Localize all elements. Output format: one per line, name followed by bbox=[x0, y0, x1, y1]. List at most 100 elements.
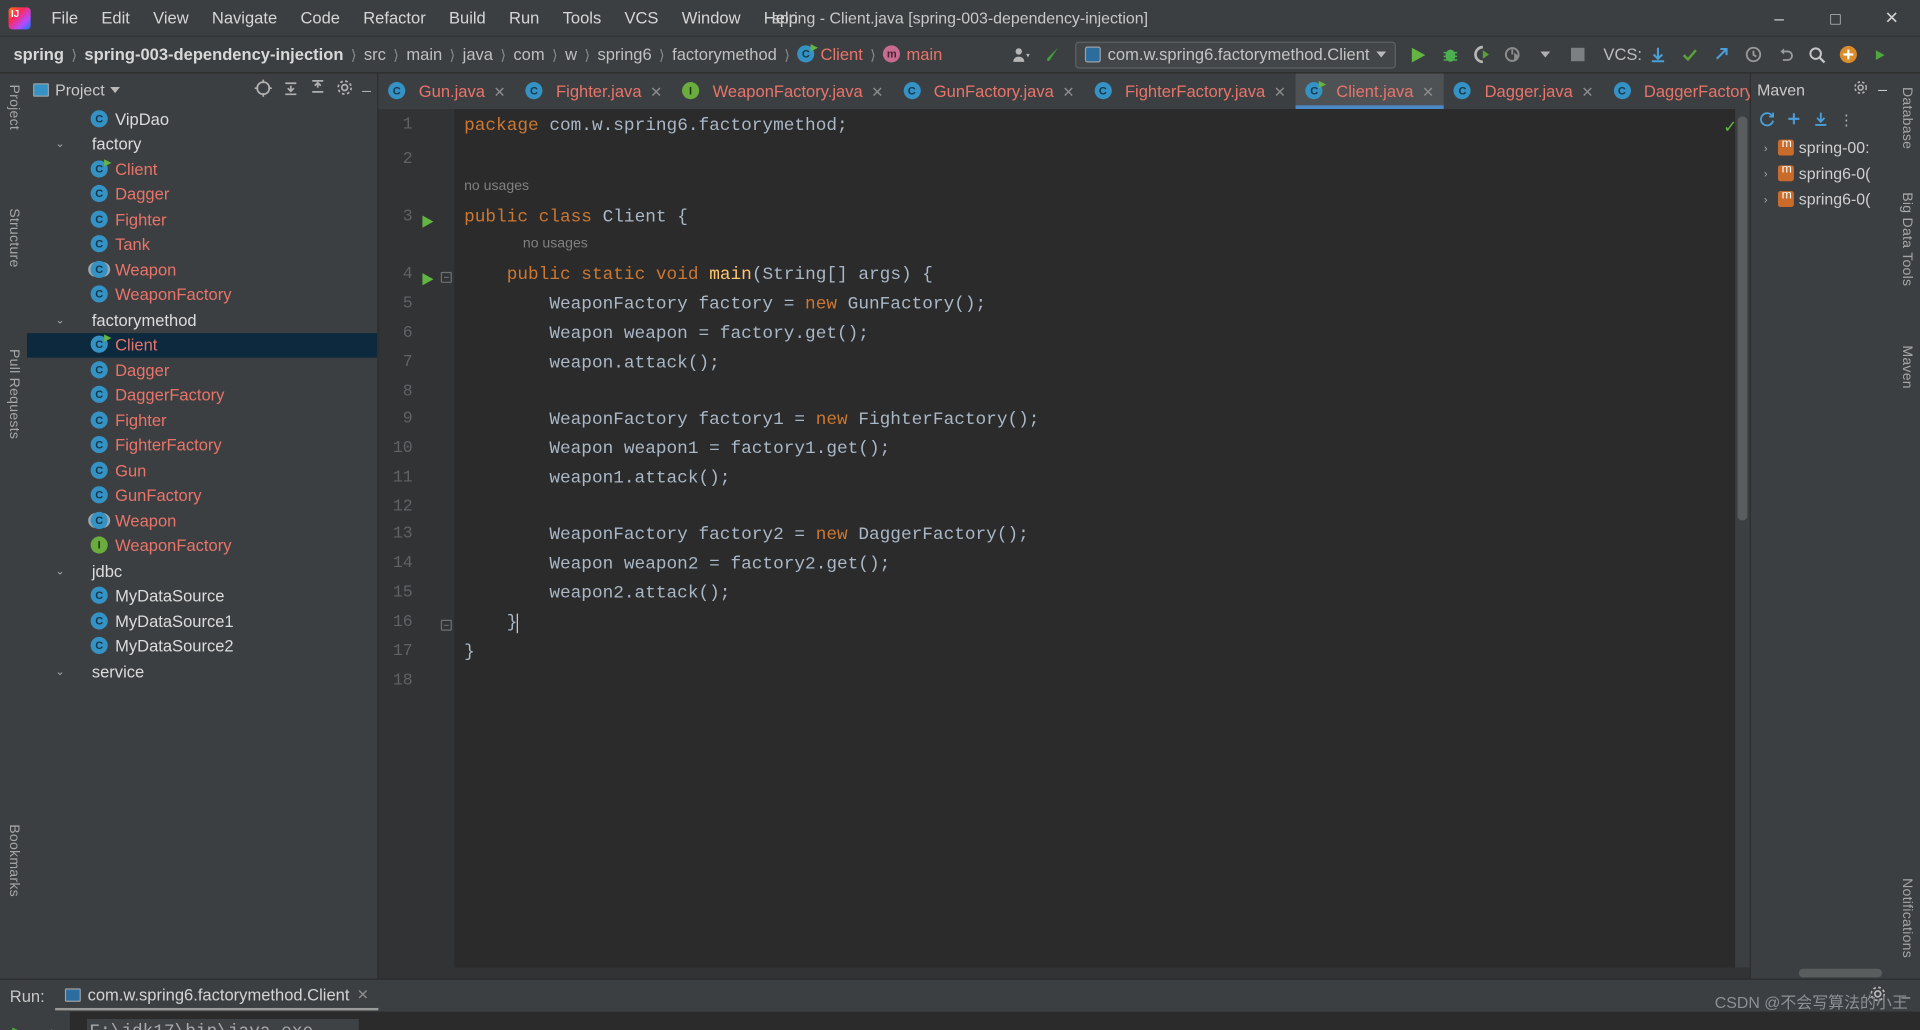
editor-tab-fighter[interactable]: C Fighter.java ✕ bbox=[516, 73, 673, 109]
close-button[interactable]: ✕ bbox=[1864, 0, 1920, 36]
tree-item-factory[interactable]: ⌄ factory bbox=[27, 132, 377, 157]
breadcrumb-method-main[interactable]: m main bbox=[877, 43, 948, 66]
breadcrumb-spring6[interactable]: spring6 bbox=[591, 43, 657, 66]
run-with-coverage-button[interactable] bbox=[1466, 41, 1498, 68]
breadcrumb-com[interactable]: com bbox=[507, 43, 550, 66]
breadcrumb-main[interactable]: main bbox=[400, 43, 448, 66]
breadcrumb-factorymethod[interactable]: factorymethod bbox=[666, 43, 783, 66]
editor-horizontal-scrollbar[interactable] bbox=[378, 967, 1883, 979]
run-green-icon[interactable] bbox=[1865, 41, 1897, 68]
tree-item-gun[interactable]: C Gun bbox=[27, 458, 377, 483]
tree-item-client[interactable]: C Client bbox=[26, 332, 378, 358]
tree-item-client[interactable]: C Client bbox=[27, 157, 377, 182]
settings-icon[interactable] bbox=[1852, 80, 1868, 100]
expand-all-icon[interactable] bbox=[281, 78, 299, 100]
run-button[interactable] bbox=[1403, 41, 1435, 68]
chevron-down-icon[interactable]: ⌄ bbox=[53, 313, 68, 326]
console-actions-toolbar[interactable]: ↑ ↓ bbox=[34, 1011, 70, 1030]
collapse-all-icon[interactable] bbox=[308, 78, 326, 100]
maximize-button[interactable]: □ bbox=[1807, 0, 1863, 36]
console-output[interactable]: F:\jdk17\bin\java.exe ...开枪射击！战斗机发射核弹！刀他… bbox=[69, 1011, 1920, 1030]
breadcrumb-src[interactable]: src bbox=[358, 43, 392, 66]
reload-icon[interactable] bbox=[1758, 110, 1775, 131]
menu-navigate[interactable]: Navigate bbox=[201, 5, 288, 31]
close-icon[interactable]: ✕ bbox=[494, 83, 506, 100]
menu-edit[interactable]: Edit bbox=[90, 5, 141, 31]
editor-gutter[interactable]: 1 2 3 4−5 6 7 8 9 10 11 12 13 14 15 16−17 18 bbox=[378, 109, 455, 968]
code-editor[interactable]: 1 2 3 4−5 6 7 8 9 10 11 12 13 14 15 16−17 18 package co… bbox=[378, 109, 1750, 968]
tree-item-mydatasource1[interactable]: C MyDataSource1 bbox=[27, 609, 377, 634]
editor-tab-gun[interactable]: C Gun.java ✕ bbox=[378, 73, 515, 109]
menu-vcs[interactable]: VCS bbox=[613, 5, 669, 31]
maven-project-item[interactable]: › spring-00: bbox=[1751, 135, 1893, 161]
vcs-commit-icon[interactable] bbox=[1674, 41, 1706, 68]
editor-tab-client[interactable]: C Client.java ✕ bbox=[1295, 73, 1445, 110]
tree-item-daggerfactory[interactable]: C DaggerFactory bbox=[27, 383, 377, 408]
editor-tab-daggerfactory[interactable]: CDaggerFactory.java✕ bbox=[1604, 73, 1750, 109]
tree-item-tank[interactable]: C Tank bbox=[27, 232, 377, 257]
close-icon[interactable]: ✕ bbox=[1581, 83, 1593, 100]
breadcrumb-spring[interactable]: spring bbox=[7, 43, 70, 66]
stripe-database[interactable]: Database bbox=[1896, 78, 1918, 157]
tree-item-fighter[interactable]: C Fighter bbox=[27, 408, 377, 433]
close-icon[interactable]: ✕ bbox=[1422, 83, 1434, 100]
editor-tab-fighterfactory[interactable]: C FighterFactory.java ✕ bbox=[1085, 73, 1296, 109]
gutter-run-icon[interactable] bbox=[422, 215, 434, 228]
tree-item-fighterfactory[interactable]: C FighterFactory bbox=[27, 433, 377, 458]
tree-item-mydatasource2[interactable]: C MyDataSource2 bbox=[27, 634, 377, 659]
vcs-push-icon[interactable] bbox=[1706, 41, 1738, 68]
breadcrumb-w[interactable]: w bbox=[559, 43, 583, 66]
run-configuration-selector[interactable]: com.w.spring6.factorymethod.Client bbox=[1074, 41, 1397, 68]
stripe-bookmarks[interactable]: Bookmarks bbox=[2, 815, 24, 905]
hide-panel-icon[interactable]: – bbox=[1878, 80, 1887, 100]
tree-item-weapon[interactable]: C Weapon bbox=[27, 257, 377, 282]
stripe-structure[interactable]: Structure bbox=[2, 200, 24, 277]
close-icon[interactable]: ✕ bbox=[1274, 83, 1286, 100]
chevron-down-icon[interactable]: ⌄ bbox=[53, 137, 68, 150]
tree-item-vipdao[interactable]: C VipDao bbox=[27, 107, 377, 132]
more-icon[interactable]: ⋮ bbox=[1839, 111, 1854, 128]
plugins-icon[interactable] bbox=[1833, 41, 1865, 68]
close-icon[interactable]: ✕ bbox=[357, 986, 369, 1003]
chevron-right-icon[interactable]: › bbox=[1758, 167, 1773, 179]
editor-tab-weaponfactory[interactable]: I WeaponFactory.java ✕ bbox=[672, 73, 893, 109]
menu-run[interactable]: Run bbox=[498, 5, 550, 31]
run-actions-toolbar[interactable] bbox=[0, 1011, 35, 1030]
chevron-right-icon[interactable]: › bbox=[1758, 141, 1773, 153]
stripe-pull-requests[interactable]: Pull Requests bbox=[2, 340, 24, 447]
menu-code[interactable]: Code bbox=[289, 5, 351, 31]
close-icon[interactable]: ✕ bbox=[650, 83, 662, 100]
menu-view[interactable]: View bbox=[142, 5, 200, 31]
tree-item-service[interactable]: ⌄ service bbox=[27, 659, 377, 684]
editor-tab-dagger[interactable]: C Dagger.java ✕ bbox=[1444, 73, 1603, 109]
editor-tab-bar[interactable]: C Gun.java ✕ C Fighter.java ✕ I WeaponFactory.j… bbox=[378, 73, 1750, 110]
tree-item-fighter[interactable]: C Fighter bbox=[27, 207, 377, 232]
search-icon[interactable] bbox=[1801, 41, 1833, 68]
maven-toolbar[interactable]: ⋮ bbox=[1751, 105, 1893, 134]
editor-text[interactable]: package com.w.spring6.factorymethod; publ… bbox=[454, 109, 1750, 968]
tree-item-weaponfactory[interactable]: I WeaponFactory bbox=[27, 533, 377, 558]
menu-build[interactable]: Build bbox=[438, 5, 497, 31]
chevron-down-icon[interactable]: ⌄ bbox=[53, 665, 68, 678]
history-icon[interactable] bbox=[1738, 41, 1770, 68]
chevron-down-icon[interactable] bbox=[110, 86, 121, 93]
select-opened-file-icon[interactable] bbox=[253, 78, 273, 101]
tree-item-gunfactory[interactable]: C GunFactory bbox=[27, 483, 377, 508]
chevron-right-icon[interactable]: › bbox=[1758, 193, 1773, 205]
breadcrumb-class-client[interactable]: C Client bbox=[791, 43, 869, 66]
tree-item-weaponfactory[interactable]: C WeaponFactory bbox=[27, 282, 377, 307]
gear-icon[interactable] bbox=[335, 78, 353, 100]
maven-project-list[interactable]: › spring-00: › spring6-0(› spring6-0( bbox=[1751, 135, 1893, 212]
chevron-down-icon[interactable]: ⌄ bbox=[53, 564, 68, 577]
vcs-update-icon[interactable] bbox=[1642, 41, 1674, 68]
close-icon[interactable]: ✕ bbox=[871, 83, 883, 100]
profiler-button[interactable] bbox=[1498, 41, 1530, 68]
gutter-run-icon[interactable] bbox=[422, 273, 434, 286]
menu-window[interactable]: Window bbox=[671, 5, 752, 31]
main-menu[interactable]: File Edit View Navigate Code Refactor Bu… bbox=[40, 5, 808, 31]
run-session-tab[interactable]: com.w.spring6.factorymethod.Client ✕ bbox=[54, 982, 379, 1010]
menu-file[interactable]: File bbox=[40, 5, 89, 31]
code-fold-icon[interactable]: − bbox=[440, 271, 452, 283]
rerun-button[interactable] bbox=[5, 1020, 29, 1030]
add-icon[interactable] bbox=[1785, 110, 1802, 131]
